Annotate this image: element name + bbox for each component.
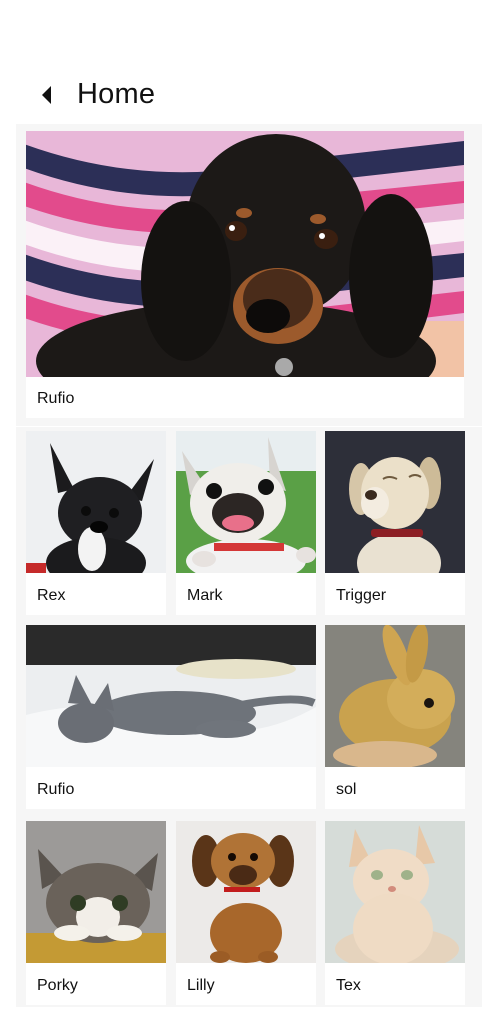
pet-card-featured[interactable]: Rufio [26,131,464,418]
cat-on-bed-photo-icon [26,625,316,767]
pet-name: Rex [37,587,66,604]
pet-photo [176,821,316,963]
pet-photo [325,821,465,963]
pet-name: Rufio [37,390,75,407]
brown-puppy-photo-icon [176,821,316,963]
labrador-photo-icon [325,431,465,573]
pet-card[interactable]: sol [325,625,465,809]
pet-name: Porky [37,977,78,994]
pet-photo [26,131,464,377]
pet-name: sol [336,781,357,798]
page-title: Home [77,78,156,110]
pet-name: Lilly [187,977,215,994]
pet-name: Rufio [37,781,75,798]
pet-name: Trigger [336,587,387,604]
pet-card[interactable]: Trigger [325,431,465,615]
pet-card[interactable]: Lilly [176,821,316,1005]
pet-name: Mark [187,587,223,604]
pet-card[interactable]: Tex [325,821,465,1005]
pet-photo [26,625,316,767]
pet-photo [176,431,316,573]
bunny-photo-icon [325,625,465,767]
header: Home [0,70,486,120]
back-button[interactable] [34,82,60,108]
kitten-photo-icon [26,821,166,963]
pet-photo [325,431,465,573]
pet-name: Tex [336,977,361,994]
pet-photo [26,821,166,963]
pet-photo [325,625,465,767]
pet-card[interactable]: Rex [26,431,166,615]
app-screen: Home Rufio Rex Mark Trigger Rufio sol Po… [0,0,486,1026]
pug-photo-icon [176,431,316,573]
french-bulldog-photo-icon [26,431,166,573]
pet-card[interactable]: Porky [26,821,166,1005]
cream-cat-photo-icon [325,821,465,963]
pet-card[interactable]: Rufio [26,625,316,809]
pet-photo [26,431,166,573]
back-triangle-icon [42,86,51,104]
pet-card[interactable]: Mark [176,431,316,615]
puppy-photo-icon [26,131,464,377]
